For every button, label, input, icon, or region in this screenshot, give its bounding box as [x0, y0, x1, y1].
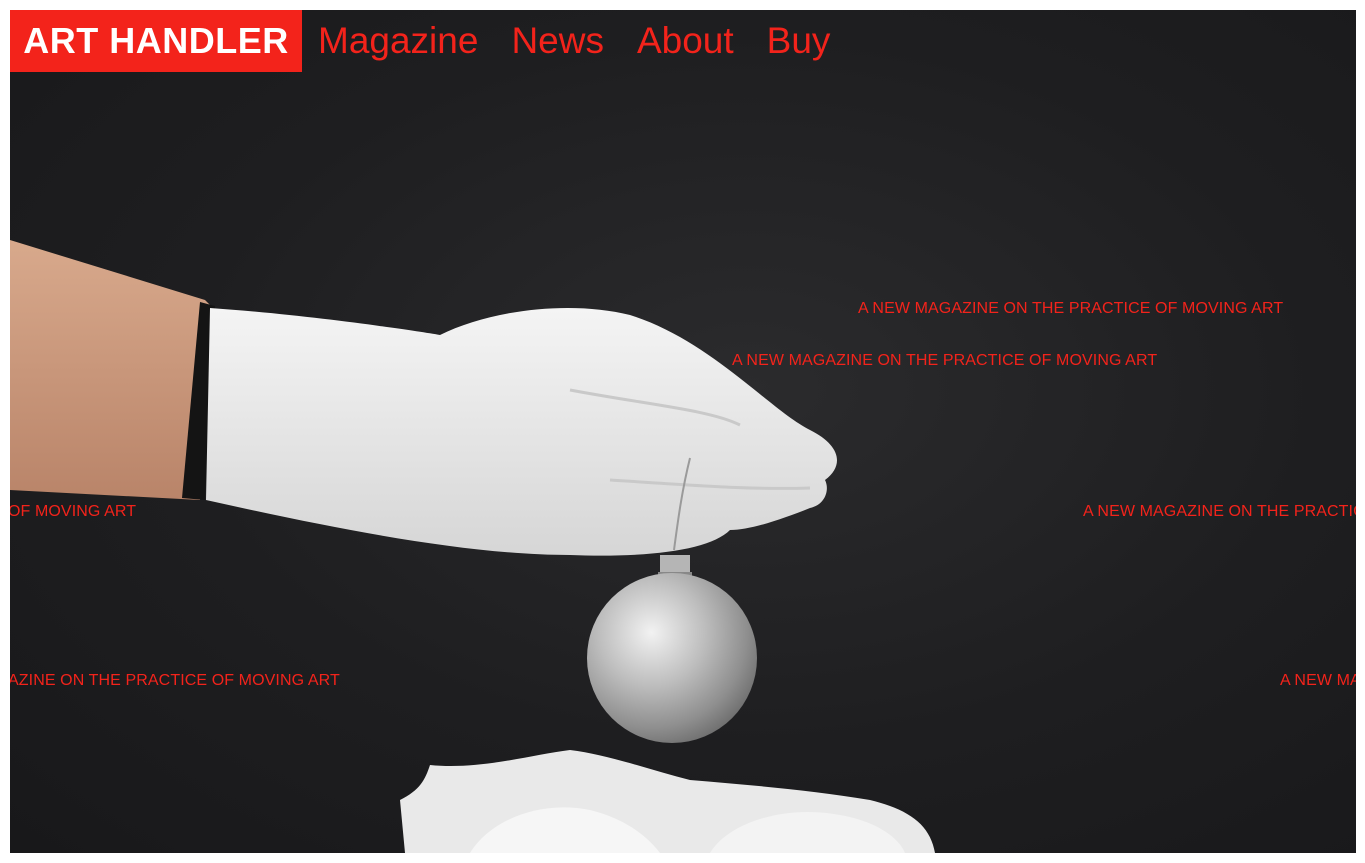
- main-nav: Magazine News About Buy: [318, 10, 863, 72]
- nav-about[interactable]: About: [637, 10, 734, 72]
- tagline-1: A NEW MAGAZINE ON THE PRACTICE OF MOVING…: [858, 300, 1284, 317]
- hero-photo: [10, 240, 935, 853]
- nav-buy[interactable]: Buy: [767, 10, 831, 72]
- nav-news[interactable]: News: [511, 10, 604, 72]
- nav-magazine[interactable]: Magazine: [318, 10, 478, 72]
- hero-section: ART HANDLER Magazine News About Buy A NE…: [10, 10, 1356, 853]
- tagline-4-left: AZINE ON THE PRACTICE OF MOVING ART: [10, 672, 340, 689]
- tagline-3-right: A NEW MAGAZINE ON THE PRACTIC: [1083, 503, 1356, 520]
- tagline-3-left: OF MOVING ART: [10, 503, 137, 520]
- tagline-2: A NEW MAGAZINE ON THE PRACTICE OF MOVING…: [732, 352, 1158, 369]
- site-logo[interactable]: ART HANDLER: [10, 10, 302, 72]
- tagline-4-right: A NEW MA: [1280, 672, 1356, 689]
